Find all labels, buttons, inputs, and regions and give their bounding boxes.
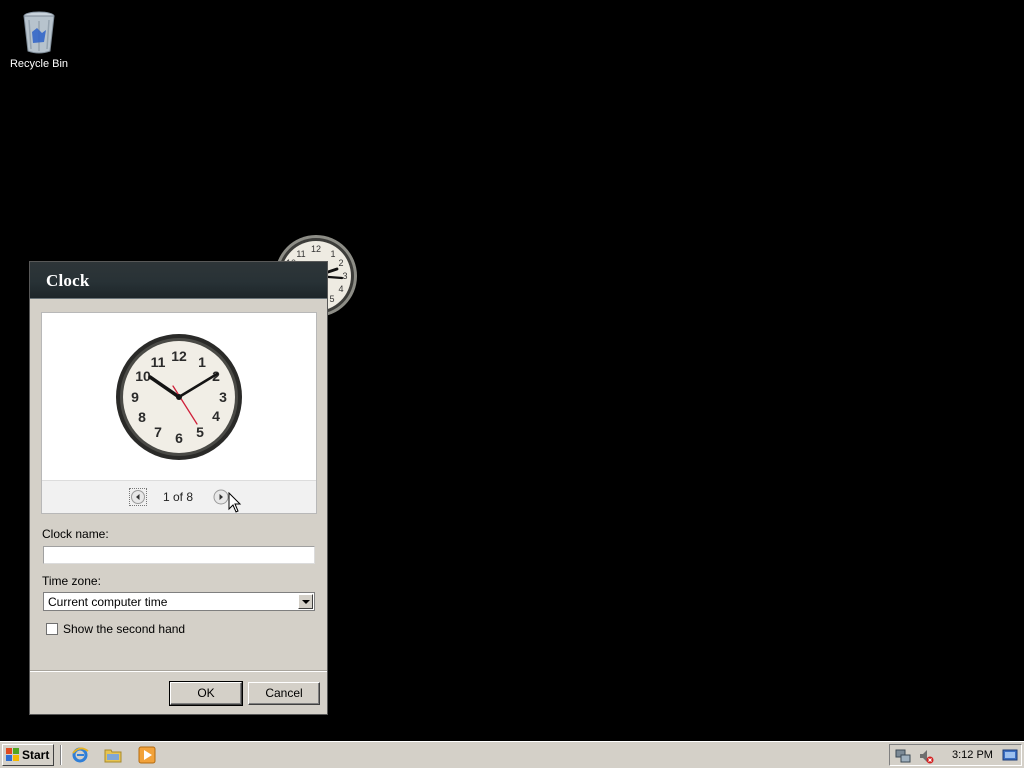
svg-text:7: 7 [154, 424, 162, 440]
svg-text:9: 9 [131, 389, 139, 405]
recycle-bin[interactable]: Recycle Bin [6, 6, 72, 70]
chevron-left-icon [131, 490, 145, 504]
cancel-button[interactable]: Cancel [248, 682, 320, 705]
clock-preview-face: 1212 345 678 91011 [116, 334, 242, 460]
svg-text:5: 5 [196, 424, 204, 440]
taskbar: Start 3:12 PM [0, 741, 1024, 768]
show-desktop-icon[interactable] [1002, 748, 1018, 764]
taskbar-clock[interactable]: 3:12 PM [952, 749, 993, 761]
start-label: Start [22, 748, 50, 762]
time-zone-select[interactable]: Current computer time [43, 592, 315, 611]
start-button[interactable]: Start [2, 744, 54, 766]
clock-preview-area: 1212 345 678 91011 [42, 313, 316, 481]
svg-text:8: 8 [138, 409, 146, 425]
svg-text:4: 4 [338, 284, 343, 294]
network-icon[interactable] [895, 748, 911, 764]
mouse-cursor-icon [228, 492, 242, 513]
media-player-icon[interactable] [138, 746, 156, 764]
clock-preview: 1212 345 678 91011 1 of 8 [41, 312, 317, 514]
second-hand-label: Show the second hand [63, 622, 186, 636]
svg-text:3: 3 [219, 389, 227, 405]
volume-muted-icon[interactable] [918, 748, 934, 764]
time-zone-label: Time zone: [42, 574, 101, 588]
svg-text:12: 12 [311, 244, 321, 254]
time-zone-value: Current computer time [48, 595, 168, 609]
taskbar-divider [60, 745, 62, 765]
svg-text:1: 1 [198, 354, 206, 370]
clock-name-input[interactable] [43, 546, 315, 564]
svg-text:2: 2 [338, 258, 343, 268]
dialog-title: Clock [46, 271, 90, 290]
system-tray: 3:12 PM [889, 744, 1022, 766]
dialog-titlebar[interactable]: Clock [30, 262, 327, 299]
folder-icon[interactable] [104, 746, 122, 764]
recycle-bin-icon [23, 11, 55, 54]
svg-text:11: 11 [296, 249, 305, 259]
page-indicator: 1 of 8 [163, 490, 194, 504]
svg-text:4: 4 [212, 408, 220, 424]
previous-clock-button[interactable] [129, 488, 147, 506]
svg-text:5: 5 [329, 294, 334, 304]
clock-settings-dialog: Clock 1212 345 678 91011 [29, 261, 328, 715]
ok-button[interactable]: OK [169, 681, 243, 706]
internet-explorer-icon[interactable] [71, 746, 89, 764]
svg-text:1: 1 [330, 249, 335, 259]
recycle-bin-label: Recycle Bin [9, 58, 69, 70]
windows-logo-icon [6, 748, 19, 761]
svg-text:3: 3 [342, 271, 347, 281]
second-hand-checkbox[interactable] [46, 623, 58, 635]
svg-text:6: 6 [175, 430, 183, 446]
dialog-separator [30, 670, 327, 672]
chevron-down-icon[interactable] [298, 594, 313, 609]
clock-name-label: Clock name: [42, 527, 109, 541]
gadget-pager: 1 of 8 [42, 480, 316, 513]
svg-text:12: 12 [171, 348, 187, 364]
svg-text:11: 11 [151, 354, 166, 370]
